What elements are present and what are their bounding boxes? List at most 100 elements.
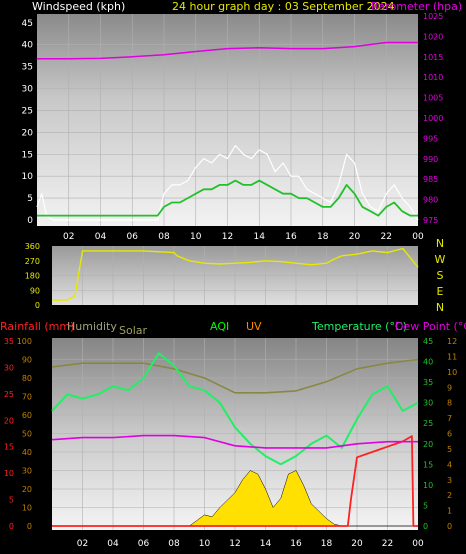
humidity-tick-label: 60 bbox=[22, 411, 32, 420]
wind-time-tick-label: 02 bbox=[63, 232, 74, 242]
direction-compass-axis: NWSEN bbox=[435, 237, 446, 314]
humidity-tick-label: 70 bbox=[22, 393, 32, 402]
rainfall-tick-label: 5 bbox=[9, 496, 14, 505]
humidity-axis: 0 10 20 30 40 50 60 70 80 90 100 bbox=[17, 337, 32, 531]
humidity-tick-label: 40 bbox=[22, 448, 32, 457]
legend-rainfall: Rainfall (mm) bbox=[0, 320, 74, 333]
wind-speed-tick-label: 10 bbox=[22, 172, 34, 182]
wind-speed-tick-label: 35 bbox=[22, 63, 33, 73]
wind-time-tick-label: 14 bbox=[254, 232, 266, 242]
wind-speed-tick-label: 0 bbox=[27, 216, 33, 226]
rainfall-tick-label: 20 bbox=[4, 416, 14, 425]
wind-panel-time-axis: 02 04 06 08 10 12 14 16 18 20 22 00 bbox=[63, 232, 424, 242]
barometer-tick-label: 1005 bbox=[423, 94, 443, 103]
wind-time-tick-label: 10 bbox=[190, 232, 202, 242]
compass-label: N bbox=[436, 301, 444, 314]
rainfall-axis: 0 5 10 15 20 25 30 35 bbox=[4, 337, 14, 531]
legend-dew-point: Dew Point (°C) bbox=[395, 320, 466, 333]
barometer-axis-title: Barometer (hpa) bbox=[371, 0, 462, 13]
uv-tick-label: 5 bbox=[447, 445, 452, 454]
wind-axis-title: Windspeed (kph) bbox=[32, 0, 125, 13]
uv-tick-label: 8 bbox=[447, 399, 452, 408]
barometer-tick-label: 1015 bbox=[423, 53, 443, 62]
barometer-tick-label: 1010 bbox=[423, 73, 443, 82]
uv-tick-label: 7 bbox=[447, 414, 452, 423]
climate-time-tick-label: 00 bbox=[412, 539, 424, 549]
compass-label: S bbox=[437, 269, 444, 282]
wind-time-tick-label: 06 bbox=[127, 232, 139, 242]
temperature-tick-label: 20 bbox=[423, 440, 433, 449]
climate-time-tick-label: 14 bbox=[260, 539, 272, 549]
humidity-tick-label: 90 bbox=[22, 356, 32, 365]
uv-tick-label: 10 bbox=[447, 368, 457, 377]
barometer-tick-label: 980 bbox=[423, 196, 438, 205]
temperature-tick-label: 0 bbox=[423, 522, 428, 531]
temperature-tick-label: 10 bbox=[423, 481, 433, 490]
wind-speed-tick-label: 5 bbox=[27, 194, 33, 204]
climate-panel-time-axis: 02 04 06 08 10 12 14 16 18 20 22 00 bbox=[77, 539, 424, 549]
humidity-tick-label: 30 bbox=[22, 467, 32, 476]
barometer-tick-label: 975 bbox=[423, 216, 438, 225]
uv-tick-label: 12 bbox=[447, 337, 457, 346]
barometer-tick-label: 1020 bbox=[423, 32, 443, 41]
wind-speed-tick-label: 45 bbox=[22, 19, 33, 29]
humidity-tick-label: 100 bbox=[17, 337, 32, 346]
temperature-tick-label: 45 bbox=[423, 337, 433, 346]
direction-degree-tick-label: 270 bbox=[25, 257, 40, 266]
climate-time-tick-label: 20 bbox=[351, 539, 363, 549]
chart-title: 24 hour graph day : 03 September 2024 bbox=[172, 0, 395, 13]
wind-time-tick-label: 18 bbox=[317, 232, 329, 242]
rainfall-tick-label: 0 bbox=[9, 522, 14, 531]
humidity-tick-label: 50 bbox=[22, 430, 32, 439]
climate-time-tick-label: 16 bbox=[290, 539, 302, 549]
barometer-axis: 975 980 985 990 995 1000 1005 1010 1015 1020 1025 bbox=[423, 12, 443, 225]
temperature-axis: 0 5 10 15 20 25 30 35 40 45 bbox=[423, 337, 433, 531]
uv-tick-label: 11 bbox=[447, 352, 457, 361]
direction-degree-tick-label: 0 bbox=[35, 301, 40, 310]
rainfall-tick-label: 35 bbox=[4, 337, 14, 346]
climate-time-tick-label: 22 bbox=[382, 539, 393, 549]
humidity-tick-label: 10 bbox=[22, 504, 32, 513]
temperature-tick-label: 15 bbox=[423, 460, 433, 469]
wind-time-tick-label: 16 bbox=[285, 232, 297, 242]
rainfall-tick-label: 25 bbox=[4, 390, 14, 399]
temperature-tick-label: 35 bbox=[423, 378, 433, 387]
uv-tick-label: 9 bbox=[447, 383, 452, 392]
legend-uv: UV bbox=[246, 320, 262, 333]
climate-time-tick-label: 04 bbox=[107, 539, 119, 549]
weather-graph: Windspeed (kph) 24 hour graph day : 03 S… bbox=[0, 0, 466, 549]
legend-humidity: Humidity bbox=[67, 320, 117, 333]
temperature-tick-label: 40 bbox=[423, 358, 433, 367]
temperature-tick-label: 30 bbox=[423, 399, 433, 408]
rainfall-tick-label: 15 bbox=[4, 443, 14, 452]
legend-aqi: AQI bbox=[210, 320, 229, 333]
legend-temperature: Temperature (°C) bbox=[311, 320, 407, 333]
direction-degree-axis: 0 90 180 270 360 bbox=[25, 242, 40, 310]
uv-tick-label: 3 bbox=[447, 476, 452, 485]
climate-time-tick-label: 18 bbox=[321, 539, 333, 549]
barometer-tick-label: 995 bbox=[423, 134, 438, 143]
uv-tick-label: 2 bbox=[447, 491, 452, 500]
wind-speed-tick-label: 40 bbox=[22, 41, 34, 51]
uv-axis: 0123456789101112 bbox=[447, 337, 457, 531]
barometer-tick-label: 985 bbox=[423, 175, 438, 184]
wind-speed-tick-label: 20 bbox=[22, 128, 34, 138]
humidity-tick-label: 0 bbox=[27, 522, 32, 531]
direction-degree-tick-label: 360 bbox=[25, 242, 40, 251]
wind-time-tick-label: 22 bbox=[381, 232, 392, 242]
barometer-tick-label: 990 bbox=[423, 155, 438, 164]
wind-speed-tick-label: 30 bbox=[22, 85, 34, 95]
temperature-tick-label: 25 bbox=[423, 419, 433, 428]
temperature-tick-label: 5 bbox=[423, 501, 428, 510]
wind-speed-tick-label: 25 bbox=[22, 106, 33, 116]
direction-degree-tick-label: 180 bbox=[25, 272, 40, 281]
direction-degree-tick-label: 90 bbox=[30, 286, 40, 295]
uv-tick-label: 0 bbox=[447, 522, 452, 531]
humidity-tick-label: 20 bbox=[22, 485, 32, 494]
rainfall-tick-label: 10 bbox=[4, 469, 14, 478]
wind-time-tick-label: 20 bbox=[349, 232, 361, 242]
climate-time-tick-label: 06 bbox=[138, 539, 150, 549]
climate-time-tick-label: 12 bbox=[229, 539, 240, 549]
rainfall-tick-label: 30 bbox=[4, 363, 14, 372]
climate-time-tick-label: 10 bbox=[199, 539, 211, 549]
